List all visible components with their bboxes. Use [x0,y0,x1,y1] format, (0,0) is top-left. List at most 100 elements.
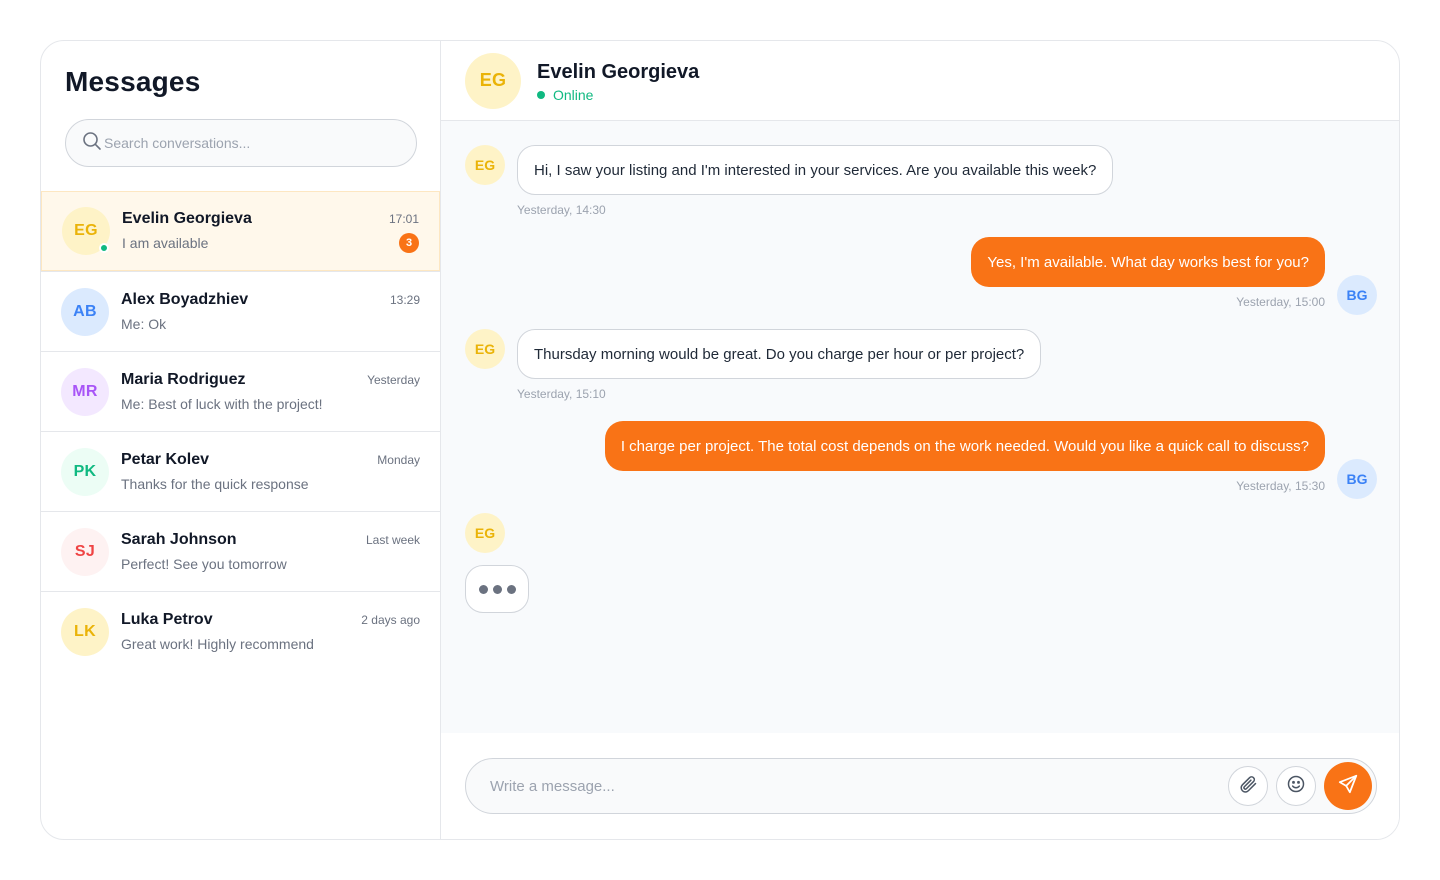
status-text: Online [553,86,594,103]
message-input[interactable] [490,766,1220,806]
conversation-item-maria-rodriguez[interactable]: MR Maria Rodriguez Yesterday Me: Best of… [41,351,440,431]
paperclip-icon [1238,774,1258,799]
contact-status: Online [537,87,699,103]
sidebar: Messages EG Evelin Georgieva 17:01 [41,41,441,839]
conversation-item-alex-boyadzhiev[interactable]: AB Alex Boyadzhiev 13:29 Me: Ok [41,271,440,351]
message-incoming: EG Thursday morning would be great. Do y… [465,329,1377,401]
conversation-body: Luka Petrov 2 days ago Great work! Highl… [121,592,420,671]
online-indicator [99,243,109,253]
conversation-preview: Me: Ok [121,315,167,332]
conversation-top: Evelin Georgieva 17:01 [122,208,419,230]
conversation-list: EG Evelin Georgieva 17:01 I am available… [41,191,440,839]
chat-panel: EG Evelin Georgieva Online EG Hi, I saw … [441,41,1399,839]
avatar: SJ [61,527,109,576]
conversation-time: Monday [377,452,420,467]
conversation-time: 17:01 [388,212,419,226]
my-avatar: BG [1337,275,1377,315]
unread-badge: 3 [399,233,419,253]
contact-avatar[interactable]: EG [465,52,521,109]
message-bubble: Yes, I'm available. What day works best … [971,237,1325,287]
message-outgoing: I charge per project. The total cost dep… [465,421,1377,499]
avatar-wrap: BG [1337,237,1377,315]
message-block: I charge per project. The total cost dep… [604,421,1325,493]
conversation-top: Petar Kolev Monday [121,449,420,471]
conversation-time: Yesterday [367,372,420,387]
composer-box [465,758,1377,814]
contact-name: Evelin Georgieva [537,60,700,83]
conversation-top: Luka Petrov 2 days ago [121,609,420,631]
conversation-time: 2 days ago [361,612,420,627]
typing-dot [506,584,516,594]
conversation-item-sarah-johnson[interactable]: SJ Sarah Johnson Last week Perfect! See … [41,511,440,591]
message-row: EG Hi, I saw your listing and I'm intere… [465,145,1377,195]
avatar-initials: BG [1346,471,1368,487]
conversation-item-petar-kolev[interactable]: PK Petar Kolev Monday Thanks for the qui… [41,431,440,511]
avatar-initials: PK [73,462,97,480]
my-avatar: BG [1337,459,1377,499]
send-button[interactable] [1324,762,1372,810]
conversation-name: Petar Kolev [121,450,210,468]
avatar-initials: LK [74,622,96,640]
conversation-preview: Perfect! See you tomorrow [121,555,287,572]
typing-dot [478,584,488,594]
conversation-name: Alex Boyadzhiev [121,290,249,308]
conversation-item-luka-petrov[interactable]: LK Luka Petrov 2 days ago Great work! Hi… [41,591,440,671]
conversation-time: 13:29 [389,292,420,307]
avatar-wrap: BG [1337,421,1377,499]
smiley-icon [1286,774,1306,799]
conversation-top: Alex Boyadzhiev 13:29 [121,289,420,311]
conversation-preview: Me: Best of luck with the project! [121,395,323,412]
avatar: MR [61,367,109,416]
avatar-initials: EG [74,222,98,239]
conversation-bottom: Thanks for the quick response [121,473,420,495]
attach-button[interactable] [1228,766,1268,806]
conversation-body: Sarah Johnson Last week Perfect! See you… [121,512,420,591]
search-wrap [41,119,440,191]
search-input[interactable] [104,128,384,158]
sender-avatar: EG [465,145,505,185]
sender-avatar: EG [465,513,505,553]
send-icon [1337,773,1359,800]
avatar-initials: EG [474,157,496,173]
typing-indicator-block: EG [465,513,1377,613]
conversation-bottom: I am available 3 [122,232,419,254]
message-incoming: EG Hi, I saw your listing and I'm intere… [465,145,1377,217]
avatar-initials: MR [72,382,98,400]
avatar-initials: SJ [74,542,96,560]
avatar: AB [61,287,109,336]
typing-dot [492,584,502,594]
avatar: PK [61,447,109,496]
message-timestamp: Yesterday, 15:10 [517,387,606,401]
contact-info: Evelin Georgieva Online [537,59,699,103]
search-icon [82,131,102,156]
message-thread: EG Hi, I saw your listing and I'm intere… [441,121,1399,733]
conversation-name: Sarah Johnson [121,530,237,548]
conversation-bottom: Perfect! See you tomorrow [121,553,420,575]
online-status-dot [537,90,545,99]
conversation-body: Evelin Georgieva 17:01 I am available 3 [122,192,419,270]
conversation-bottom: Me: Ok [121,313,420,335]
conversation-preview: Great work! Highly recommend [121,635,314,652]
message-composer [441,733,1399,839]
message-timestamp: Yesterday, 15:00 [1236,295,1325,309]
search-box[interactable] [65,119,417,167]
emoji-button[interactable] [1276,766,1316,806]
avatar-initials: AB [73,302,97,320]
sidebar-title: Messages [65,66,201,97]
conversation-item-evelin-georgieva[interactable]: EG Evelin Georgieva 17:01 I am available… [41,191,440,271]
avatar-initials: EG [474,341,496,357]
chat-header: EG Evelin Georgieva Online [441,41,1399,121]
conversation-preview: I am available [122,235,209,251]
conversation-top: Maria Rodriguez Yesterday [121,369,420,391]
sender-avatar: EG [465,329,505,369]
avatar-initials: BG [1346,287,1368,303]
message-block: Yes, I'm available. What day works best … [971,237,1325,309]
conversation-body: Petar Kolev Monday Thanks for the quick … [121,432,420,511]
message-bubble: Hi, I saw your listing and I'm intereste… [517,145,1114,195]
avatar-initials: EG [474,525,496,541]
messaging-app: Messages EG Evelin Georgieva 17:01 [40,40,1400,840]
avatar: EG [62,207,110,255]
conversation-top: Sarah Johnson Last week [121,529,420,551]
conversation-time: Last week [365,532,420,547]
message-bubble: I charge per project. The total cost dep… [604,421,1325,471]
